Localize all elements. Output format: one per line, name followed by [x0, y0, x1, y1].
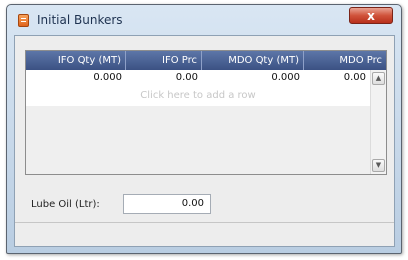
initial-bunkers-window: Initial Bunkers x IFO Qty (MT) IFO Prc M… — [6, 4, 402, 254]
cell-mdo-prc[interactable]: 0.00 — [304, 70, 370, 86]
footer-divider — [15, 222, 394, 223]
scroll-down-icon[interactable]: ▼ — [372, 159, 385, 172]
grid-scrollbar[interactable]: ▲ ▼ — [370, 70, 386, 174]
add-row-hint[interactable]: Click here to add a row — [26, 88, 370, 104]
grid-header: IFO Qty (MT) IFO Prc MDO Qty (MT) MDO Pr… — [26, 51, 386, 70]
bunkers-grid: IFO Qty (MT) IFO Prc MDO Qty (MT) MDO Pr… — [25, 50, 387, 175]
title-bar[interactable]: Initial Bunkers x — [7, 5, 401, 35]
lube-oil-label: Lube Oil (Ltr): — [31, 199, 100, 210]
column-header-ifo-qty[interactable]: IFO Qty (MT) — [26, 51, 126, 70]
lube-oil-input[interactable]: 0.00 — [123, 194, 211, 214]
column-header-ifo-prc[interactable]: IFO Prc — [126, 51, 202, 70]
close-button[interactable]: x — [349, 7, 393, 24]
dialog-content: IFO Qty (MT) IFO Prc MDO Qty (MT) MDO Pr… — [14, 35, 395, 247]
scroll-up-icon[interactable]: ▲ — [372, 72, 385, 85]
bunkers-app-icon — [18, 14, 29, 27]
column-header-mdo-qty[interactable]: MDO Qty (MT) — [202, 51, 304, 70]
grid-empty-area — [26, 106, 370, 174]
column-header-mdo-prc[interactable]: MDO Prc — [304, 51, 386, 70]
cell-mdo-qty[interactable]: 0.000 — [202, 70, 304, 86]
table-row[interactable]: 0.000 0.00 0.000 0.00 — [26, 70, 370, 86]
cell-ifo-prc[interactable]: 0.00 — [126, 70, 202, 86]
cell-ifo-qty[interactable]: 0.000 — [26, 70, 126, 86]
window-title: Initial Bunkers — [37, 13, 123, 27]
